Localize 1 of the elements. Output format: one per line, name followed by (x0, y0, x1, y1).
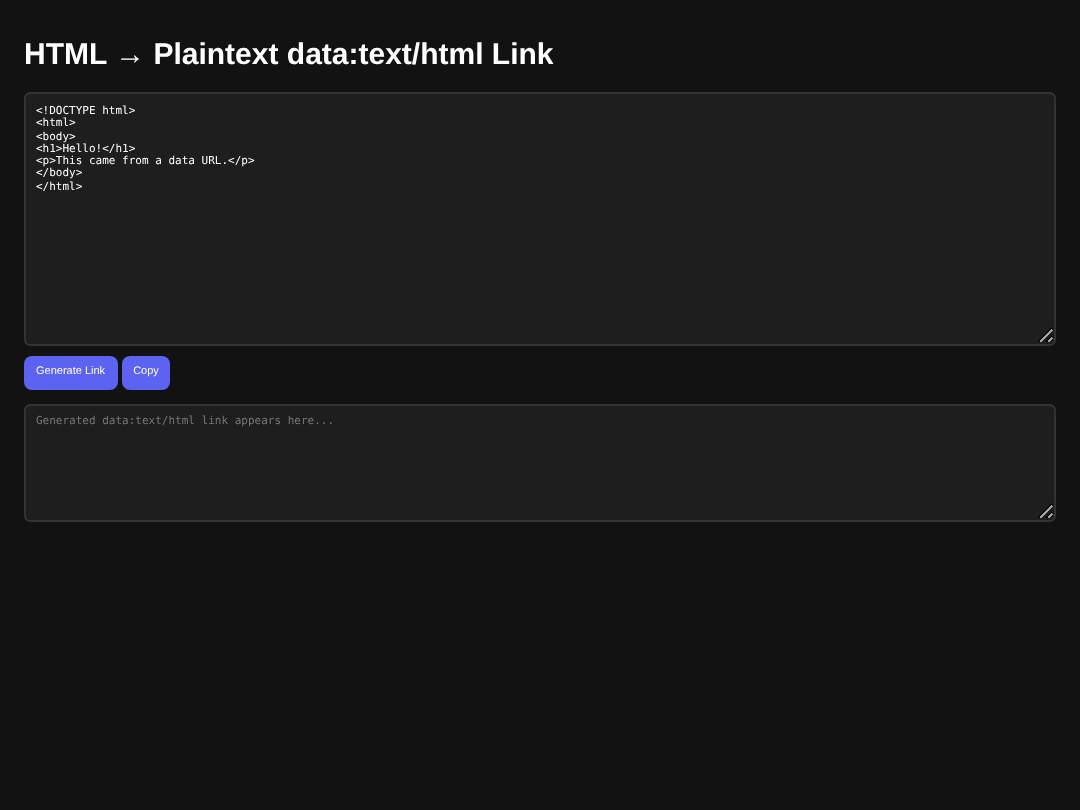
page-title: HTML → Plaintext data:text/html Link (24, 38, 554, 74)
